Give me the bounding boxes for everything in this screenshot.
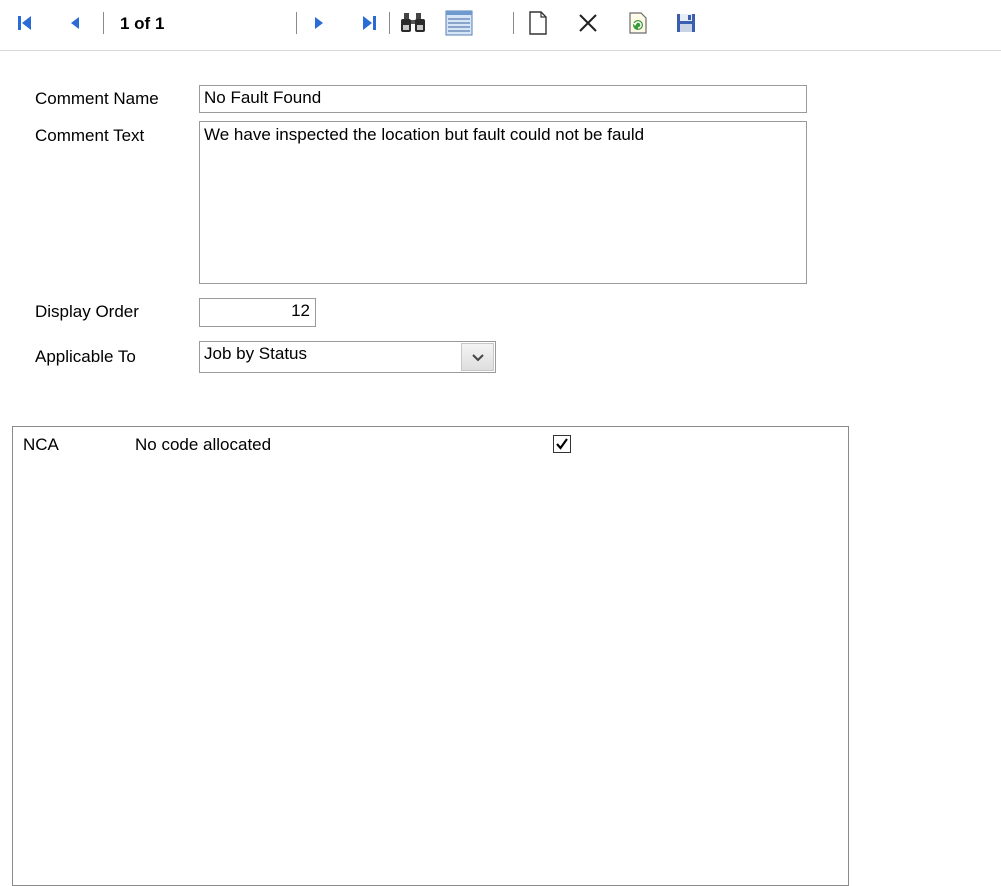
toolbar-separator	[389, 12, 390, 34]
find-icon[interactable]	[398, 10, 428, 36]
dropdown-button[interactable]	[461, 343, 494, 371]
display-order-label: Display Order	[35, 302, 139, 321]
last-record-icon[interactable]	[358, 12, 380, 34]
comment-name-input[interactable]: No Fault Found	[199, 85, 807, 113]
next-record-icon[interactable]	[308, 12, 330, 34]
new-record-icon[interactable]	[526, 10, 550, 36]
applicable-to-select[interactable]: Job by Status	[199, 341, 496, 373]
first-record-icon[interactable]	[14, 12, 36, 34]
previous-record-icon[interactable]	[64, 12, 86, 34]
record-position-indicator: 1 of 1	[120, 14, 165, 33]
list-view-icon[interactable]	[444, 9, 474, 37]
comment-name-label: Comment Name	[35, 89, 159, 108]
applicable-to-value: Job by Status	[204, 344, 308, 363]
refresh-icon[interactable]	[626, 11, 650, 35]
display-order-input[interactable]: 12	[199, 298, 316, 327]
toolbar-separator	[103, 12, 104, 34]
toolbar-separator	[513, 12, 514, 34]
save-icon[interactable]	[674, 11, 698, 35]
navigation-toolbar: 1 of 1	[0, 0, 1001, 51]
applicable-to-label: Applicable To	[35, 347, 136, 366]
list-item[interactable]: NCA No code allocated	[13, 435, 848, 459]
list-item-description: No code allocated	[135, 435, 272, 454]
code-list[interactable]: NCA No code allocated	[12, 426, 849, 886]
list-item-code: NCA	[23, 435, 59, 454]
list-item-checkbox[interactable]	[553, 435, 571, 453]
comment-text-label: Comment Text	[35, 126, 145, 145]
chevron-down-icon	[471, 347, 484, 367]
comment-text-textarea[interactable]: We have inspected the location but fault…	[199, 121, 807, 284]
toolbar-separator	[296, 12, 297, 34]
delete-icon[interactable]	[575, 10, 601, 36]
